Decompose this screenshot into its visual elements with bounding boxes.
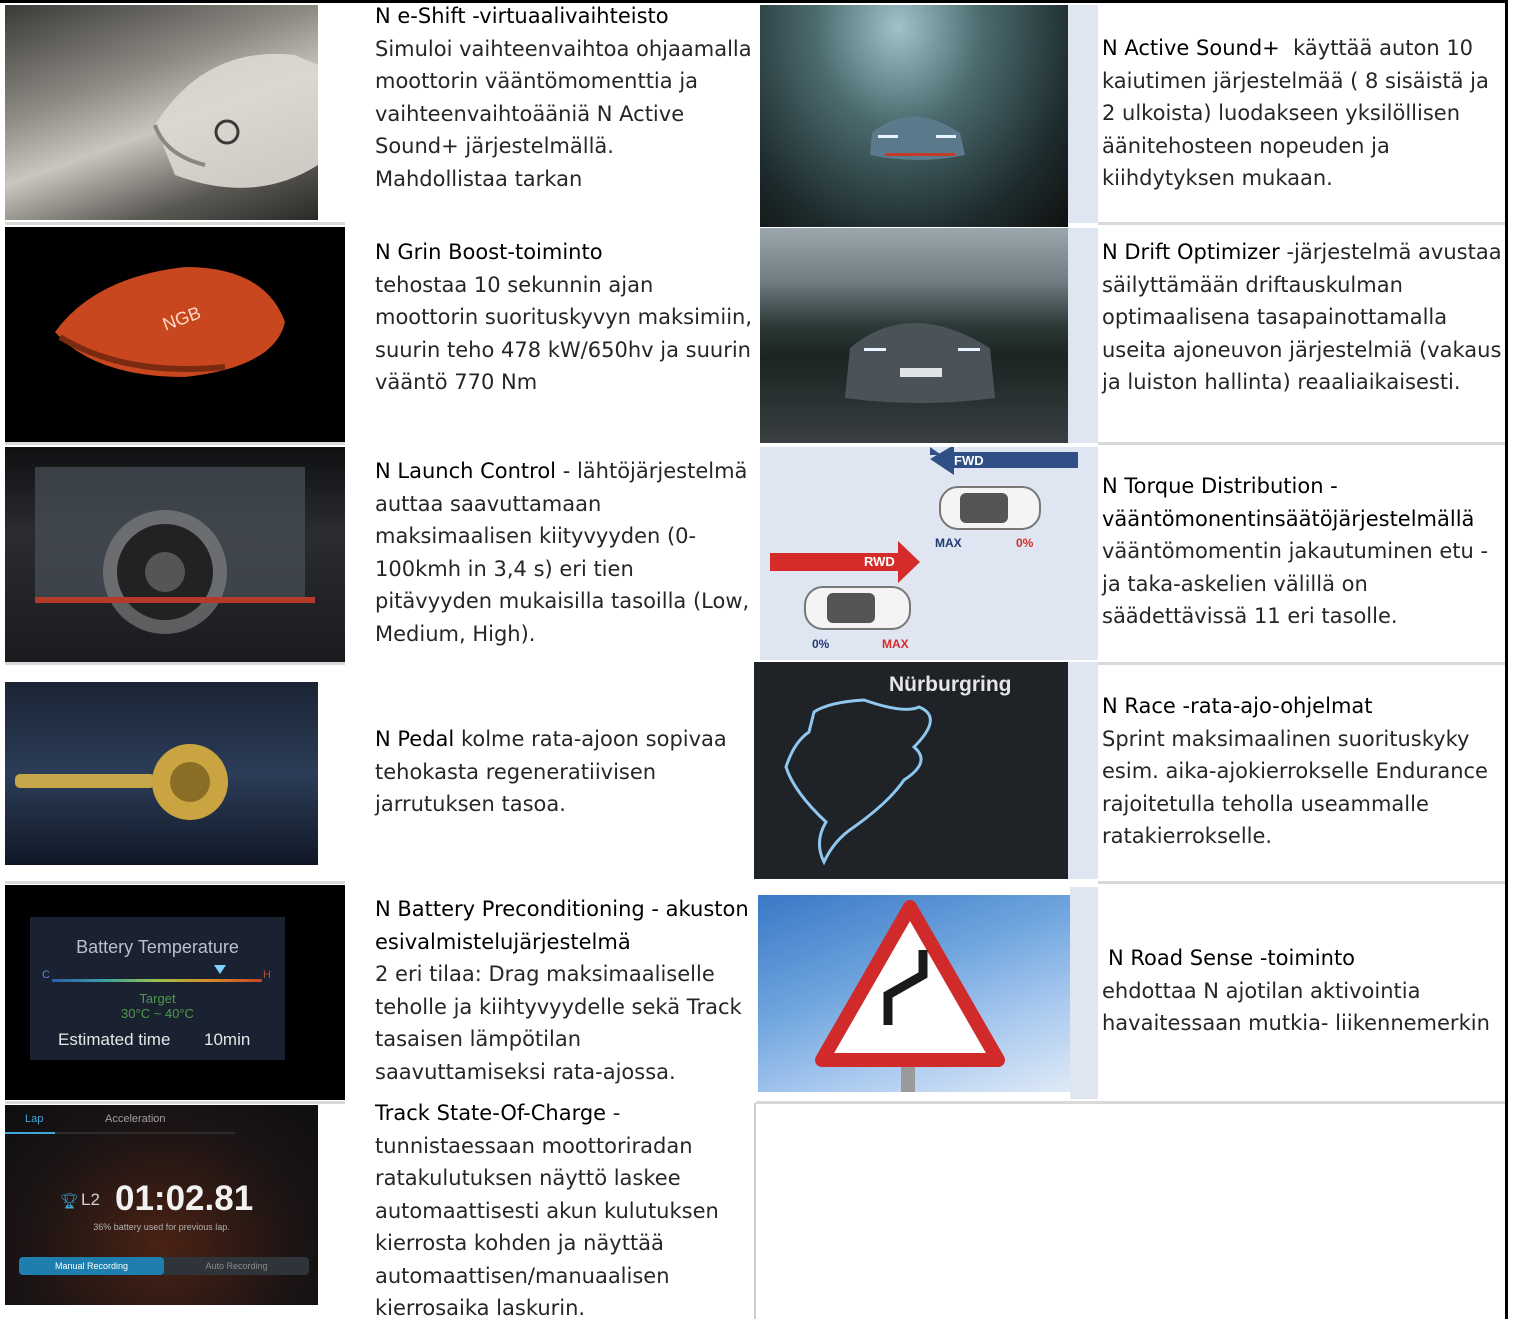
- nurburgring-label: Nürburgring: [889, 673, 1011, 696]
- race-text: N Race -rata-ajo-ohjelmat Sprint maksima…: [1075, 690, 1505, 875]
- car-top-icon: [939, 486, 1041, 530]
- row-divider: [5, 1101, 345, 1104]
- recording-toggle: Manual Recording Auto Recording: [19, 1257, 309, 1275]
- row-divider: [5, 662, 345, 665]
- max-bottom-label: MAX: [882, 637, 909, 651]
- car-drift-icon: [845, 323, 995, 403]
- torque-body: vääntömomentin jakautuminen etu - ja tak…: [1102, 539, 1489, 628]
- battery-preconditioning-image: Battery Temperature C H Target 30°C ~ 40…: [5, 885, 345, 1100]
- e-shift-text: N e-Shift -virtuaalivaihteisto Simuloi v…: [348, 0, 753, 222]
- road-sense-body: ehdottaa N ajotilan aktivointia havaites…: [1102, 978, 1490, 1036]
- row-divider: [5, 442, 345, 445]
- target-label: Target: [139, 991, 176, 1006]
- paddle-shift-icon: [153, 53, 318, 188]
- estimated-time-label: Estimated time: [58, 1030, 171, 1049]
- grin-boost-body: tehostaa 10 sekunnin ajan moottorin suor…: [375, 272, 753, 395]
- max-top-label: MAX: [935, 536, 962, 550]
- battery-text: N Battery Preconditioning - akuston esiv…: [348, 893, 753, 1098]
- pct-bottom-label: 0%: [812, 637, 830, 651]
- feature-grid: N e-Shift -virtuaalivaihteisto Simuloi v…: [0, 0, 1514, 1319]
- tab-underline: [5, 1132, 235, 1134]
- manual-recording-button[interactable]: Manual Recording: [19, 1257, 164, 1275]
- row-divider: [5, 881, 345, 884]
- launch-control-body: - lähtöjärjestelmä auttaa saavuttamaan m…: [375, 459, 750, 646]
- estimated-minutes: 10min: [204, 1030, 251, 1049]
- nurburgring-track-image: Nürburgring: [754, 662, 1068, 879]
- active-sound-heading: N Active Sound+: [1102, 36, 1280, 60]
- battery-temperature-panel: Battery Temperature C H Target 30°C ~ 40…: [30, 917, 285, 1060]
- grin-boost-heading: N Grin Boost-toiminto: [375, 240, 603, 264]
- track-map-icon: Nürburgring: [784, 673, 1011, 866]
- row-divider: [1098, 881, 1505, 884]
- grin-boost-button-image: NGB: [5, 227, 345, 442]
- e-shift-paddle-image: [5, 5, 318, 220]
- cold-marker: C: [42, 969, 50, 981]
- torque-heading: N Torque Distribution - vääntömonentinsä…: [1102, 474, 1475, 531]
- road-sense-heading: N Road Sense -toiminto: [1108, 946, 1356, 970]
- torque-distribution-diagram: FWD MAX 0% RWD 0% MAX: [760, 447, 1098, 660]
- lap-time: 01:02.81: [115, 1179, 254, 1218]
- race-heading: N Race -rata-ajo-ohjelmat: [1102, 694, 1373, 718]
- grin-boost-text: N Grin Boost-toiminto tehostaa 10 sekunn…: [348, 236, 753, 441]
- launch-control-heading: N Launch Control: [375, 459, 557, 483]
- lap-number: L2: [81, 1190, 100, 1209]
- frame-top: [0, 0, 1508, 3]
- drift-heading: N Drift Optimizer: [1102, 240, 1280, 264]
- tab-acceleration[interactable]: Acceleration: [105, 1113, 166, 1125]
- row-divider: [5, 222, 345, 225]
- tab-lap[interactable]: Lap: [25, 1113, 43, 1125]
- row-divider: [1098, 662, 1505, 665]
- wheel-smoke-icon: [35, 467, 315, 634]
- pedal-heading: N Pedal: [375, 727, 455, 751]
- auto-recording-button[interactable]: Auto Recording: [164, 1257, 309, 1275]
- ngb-button-icon: NGB: [55, 267, 285, 377]
- drift-car-image: [760, 228, 1068, 443]
- pedal-image: [5, 682, 318, 865]
- target-range: 30°C ~ 40°C: [121, 1006, 194, 1021]
- drift-text: N Drift Optimizer -järjestelmä avustaa s…: [1075, 236, 1505, 441]
- row-divider: [1098, 222, 1505, 225]
- track-soc-body: - tunnistaessaan moottoriradan ratakulut…: [375, 1101, 719, 1319]
- active-sound-text: N Active Sound+ käyttää auton 10 kaiutim…: [1075, 32, 1505, 222]
- e-shift-heading: N e-Shift -virtuaalivaihteisto: [375, 4, 669, 28]
- fwd-label: FWD: [954, 453, 984, 468]
- e-shift-body: Simuloi vaihteenvaihtoa ohjaamalla moott…: [375, 36, 752, 191]
- pedal-text: N Pedal kolme rata-ajoon sopivaa tehokas…: [348, 723, 753, 863]
- current-temp-marker: [214, 965, 226, 974]
- launch-control-wheel-image: [5, 447, 345, 662]
- hot-marker: H: [263, 969, 271, 981]
- torque-diagram-svg: FWD MAX 0% RWD 0% MAX: [770, 447, 1078, 651]
- lap-timer-image: Lap Acceleration 🏆︎ L2 01:02.81 36% batt…: [5, 1105, 318, 1305]
- frame-right: [1505, 0, 1508, 1319]
- battery-heading: N Battery Preconditioning - akuston esiv…: [375, 897, 749, 954]
- curve-warning-sign-icon: [815, 900, 1005, 1092]
- pct-top-label: 0%: [1016, 536, 1034, 550]
- torque-text: N Torque Distribution - vääntömonentinsä…: [1075, 470, 1505, 660]
- column-divider: [754, 1103, 756, 1319]
- active-sound-car-image: [760, 5, 1068, 227]
- launch-control-text: N Launch Control - lähtöjärjestelmä autt…: [348, 455, 753, 660]
- brake-component-icon: [15, 744, 228, 820]
- row-divider: [756, 1101, 1505, 1104]
- rwd-label: RWD: [864, 554, 895, 569]
- trophy-icon: 🏆︎: [60, 1192, 80, 1210]
- battery-temperature-title: Battery Temperature: [76, 937, 239, 957]
- car-top-icon: [804, 586, 911, 630]
- battery-usage-note: 36% battery used for previous lap.: [93, 1222, 230, 1232]
- temperature-bar: [52, 979, 262, 982]
- car-front-icon: [870, 116, 965, 160]
- row-divider: [1098, 442, 1505, 445]
- race-body: Sprint maksimaalinen suorituskyky esim. …: [1102, 726, 1488, 849]
- track-soc-text: Track State-Of-Charge - tunnistaessaan m…: [348, 1097, 753, 1319]
- road-sense-text: N Road Sense -toiminto ehdottaa N ajotil…: [1075, 942, 1505, 1062]
- track-soc-heading: Track State-Of-Charge: [375, 1101, 607, 1125]
- road-sign-image: [758, 895, 1070, 1092]
- battery-body: 2 eri tilaa: Drag maksimaaliselle teholl…: [375, 962, 742, 1084]
